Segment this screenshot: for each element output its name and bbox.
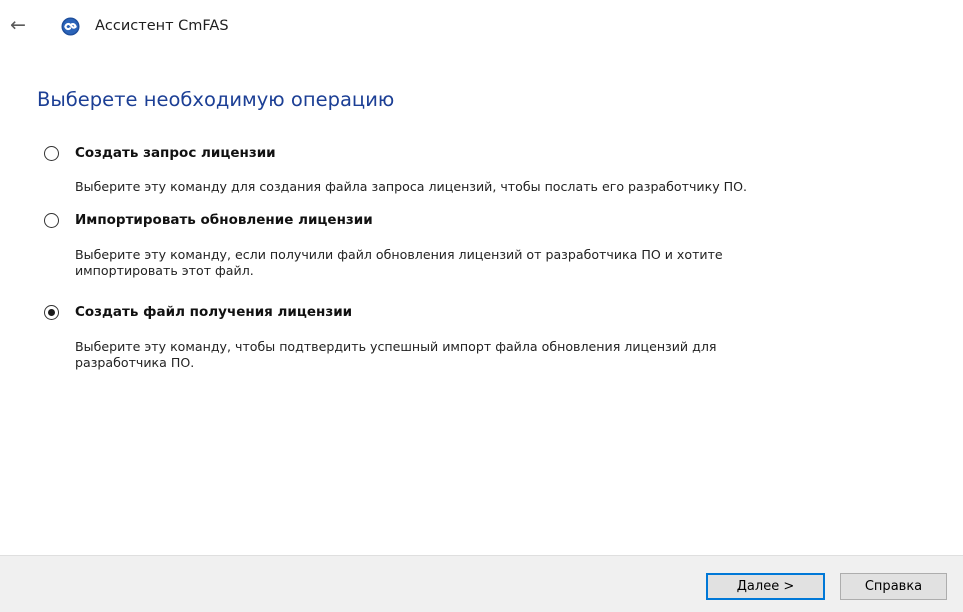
option-description-line: импортировать этот файл. (75, 263, 254, 278)
radio-selected-dot (48, 309, 55, 316)
option-description: Выберите эту команду, чтобы подтвердить … (75, 339, 935, 371)
wizard-window: ← Ассистент CmFAS Выберете необходимую о… (0, 0, 963, 612)
option-description-line: Выберите эту команду, если получили файл… (75, 247, 723, 262)
option-label[interactable]: Создать файл получения лицензии (75, 303, 352, 321)
radio-import-update[interactable] (44, 213, 59, 228)
cmfas-app-icon (61, 17, 80, 36)
back-arrow-icon[interactable]: ← (10, 14, 30, 36)
option-label[interactable]: Импортировать обновление лицензии (75, 211, 373, 229)
option-description: Выберите эту команду, если получили файл… (75, 247, 935, 279)
page-heading: Выберете необходимую операцию (37, 88, 395, 111)
title-bar: ← Ассистент CmFAS (0, 0, 963, 52)
option-description-line: Выберите эту команду, чтобы подтвердить … (75, 339, 717, 354)
radio-create-request[interactable] (44, 146, 59, 161)
option-description-line: Выберите эту команду для создания файла … (75, 179, 748, 194)
option-label[interactable]: Создать запрос лицензии (75, 144, 276, 162)
radio-create-receipt[interactable] (44, 305, 59, 320)
help-button[interactable]: Справка (840, 573, 947, 600)
option-description: Выберите эту команду для создания файла … (75, 179, 935, 195)
footer-bar: Далее > Справка (0, 555, 963, 612)
option-description-line: разработчика ПО. (75, 355, 195, 370)
next-button[interactable]: Далее > (706, 573, 825, 600)
window-title: Ассистент CmFAS (95, 18, 229, 34)
